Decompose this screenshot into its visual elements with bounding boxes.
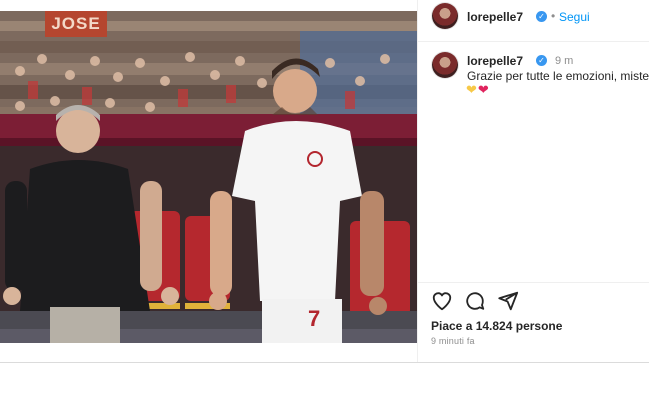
post-image[interactable]: 7 JOSE bbox=[0, 11, 417, 343]
comment-emojis: ❤❤ bbox=[466, 82, 490, 98]
header-avatar[interactable] bbox=[432, 3, 458, 29]
verified-badge-icon: ✓ bbox=[536, 55, 547, 66]
panel-divider bbox=[417, 0, 418, 362]
likes-count[interactable]: Piace a 14.824 persone bbox=[431, 319, 562, 333]
comment-text: Grazie per tutte le emozioni, mister. bbox=[467, 69, 649, 83]
comment-icon[interactable] bbox=[464, 290, 486, 312]
svg-text:7: 7 bbox=[308, 306, 320, 331]
header-username[interactable]: lorepelle7 bbox=[467, 10, 523, 24]
comment-username[interactable]: lorepelle7 bbox=[467, 54, 523, 68]
heart-icon[interactable] bbox=[431, 290, 453, 312]
yellow-heart-icon: ❤ bbox=[466, 82, 478, 97]
post-timestamp[interactable]: 9 minuti fa bbox=[431, 336, 475, 346]
follow-button[interactable]: Segui bbox=[559, 10, 590, 24]
actions-divider bbox=[418, 282, 649, 283]
verified-badge-icon: ✓ bbox=[536, 11, 547, 22]
share-icon[interactable] bbox=[497, 290, 519, 312]
comment-avatar[interactable] bbox=[432, 52, 458, 78]
header-divider bbox=[418, 41, 649, 42]
header-separator: • bbox=[551, 9, 556, 23]
footer-divider bbox=[0, 362, 649, 363]
crowd-banner: JOSE bbox=[45, 11, 107, 37]
red-heart-icon: ❤ bbox=[477, 82, 490, 97]
post-photo-illustration: 7 bbox=[0, 11, 417, 343]
comment-time: 9 m bbox=[555, 55, 574, 67]
